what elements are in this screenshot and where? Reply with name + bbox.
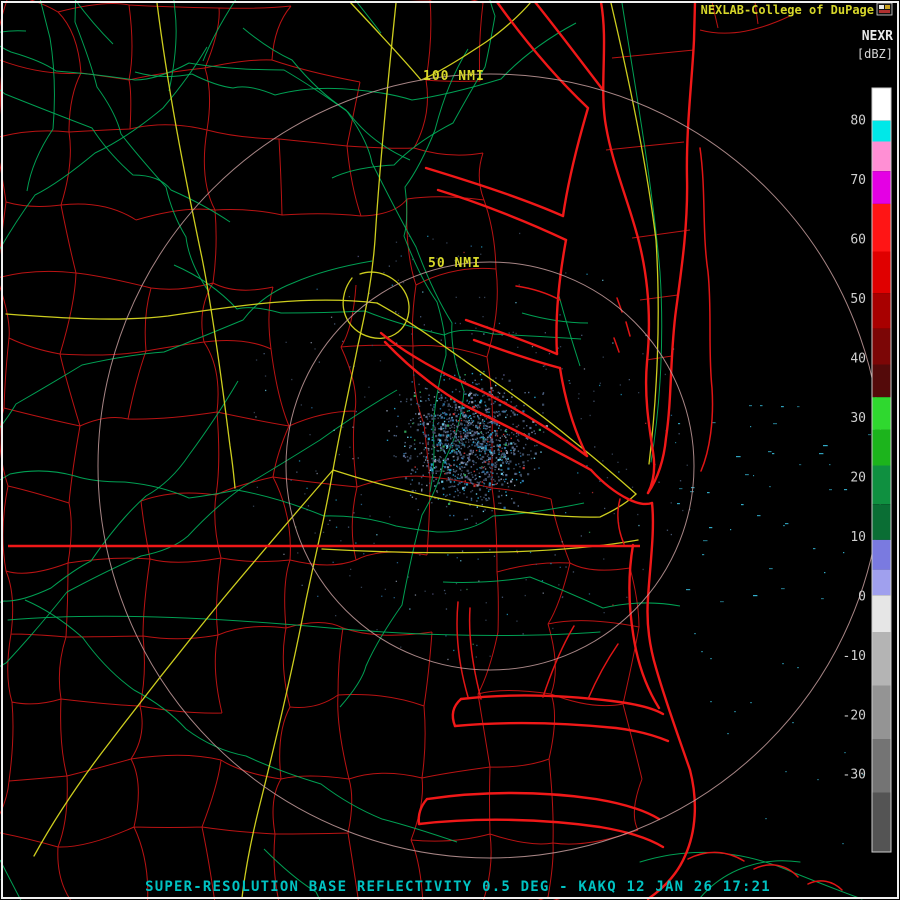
highway-path [34,470,333,856]
york-river [474,340,560,368]
range-ring [98,74,882,858]
radar-display: 50 NMI 100 NMI 80 70 60 50 40 30 20 10 0 -10 -20 -30… [0,0,900,900]
colorbar-segment [872,252,891,294]
colorbar-segment [872,121,891,142]
colorbar-tick-label: 80 [850,114,866,129]
colorbar-segment [872,632,891,686]
delmarva-ocean-shore [648,2,695,493]
colorbar-tick-label: 10 [850,530,866,545]
colorbar-segment [872,171,891,204]
colorbar-tick-label: 50 [850,292,866,307]
colorbar-segment [872,293,891,329]
potomac-river [535,2,603,90]
brand-title: NEXLAB-College of DuPage [701,3,874,17]
bay-west-shore [556,240,566,354]
range-ring-label: 100 NMI [423,69,485,84]
creek [516,286,560,300]
colorbar-tick-label: 70 [850,173,866,188]
colorbar-segment [872,397,891,430]
pasquotank-river [588,644,618,699]
albemarle-sound [453,699,461,726]
colorbar-segment [872,430,891,466]
product-caption: SUPER-RESOLUTION BASE REFLECTIVITY 0.5 D… [145,879,771,895]
sound-islands [688,852,744,861]
colorbar-segment [872,540,891,570]
highway-path [343,272,409,338]
bay-islands [626,322,630,336]
highway-path [6,300,377,319]
colorbar-segment [872,365,891,398]
highways-layer [6,2,658,898]
albemarle-sound [455,723,668,741]
colorbar-tick-label: 60 [850,233,866,248]
chowan-river [457,602,468,697]
colorbar-title: NEXR [862,29,893,44]
secondary-roads-static [8,3,862,899]
reflectivity-echoes-layer [253,233,875,844]
colorbar-segment [872,595,891,632]
colorbar-segment [872,686,891,740]
colorbar-tick-label: 0 [858,589,866,604]
radar-map-canvas: 50 NMI 100 NMI 80 70 60 50 40 30 20 10 0 -10 -20 -30… [0,0,900,900]
range-ring [286,262,694,670]
pamlico-shore [427,793,659,819]
barrier-islands [700,148,713,471]
colorbar-tick-label: 30 [850,411,866,426]
bay-islands [614,338,619,352]
colorbar-tick-label: -10 [843,649,866,664]
colorbar-tick-label: -30 [843,768,866,783]
bay-west-shore [560,368,587,456]
potomac-river [497,2,588,216]
hampton-roads-shore [591,470,652,504]
sound-islands [754,865,798,877]
cod-logo-icon [877,3,892,15]
pamlico-shore [419,799,427,824]
colorbar-segment [872,466,891,505]
colorbar-tick-label: 20 [850,470,866,485]
delmarva-county-lines [606,2,790,360]
highway-path [377,303,636,494]
range-ring-label: 50 NMI [428,256,481,271]
colorbar-segment [872,793,891,853]
frame-border [2,2,898,898]
colorbar-units: [dBZ] [857,47,893,61]
colorbar-segment [872,504,891,540]
colorbar-tick-label: -20 [843,708,866,723]
colorbar-tick-label: 40 [850,352,866,367]
chowan-river [470,608,481,699]
highway-path [611,3,658,464]
colorbar-segment [872,88,891,121]
colorbar-segment [872,570,891,596]
colorbar-segment [872,329,891,365]
colorbar-segment [872,739,891,793]
colorbar-segment [872,204,891,252]
colorbar-segment [872,142,891,172]
reflectivity-colorbar: 80 70 60 50 40 30 20 10 0 -10 -20 -30 [843,88,891,852]
